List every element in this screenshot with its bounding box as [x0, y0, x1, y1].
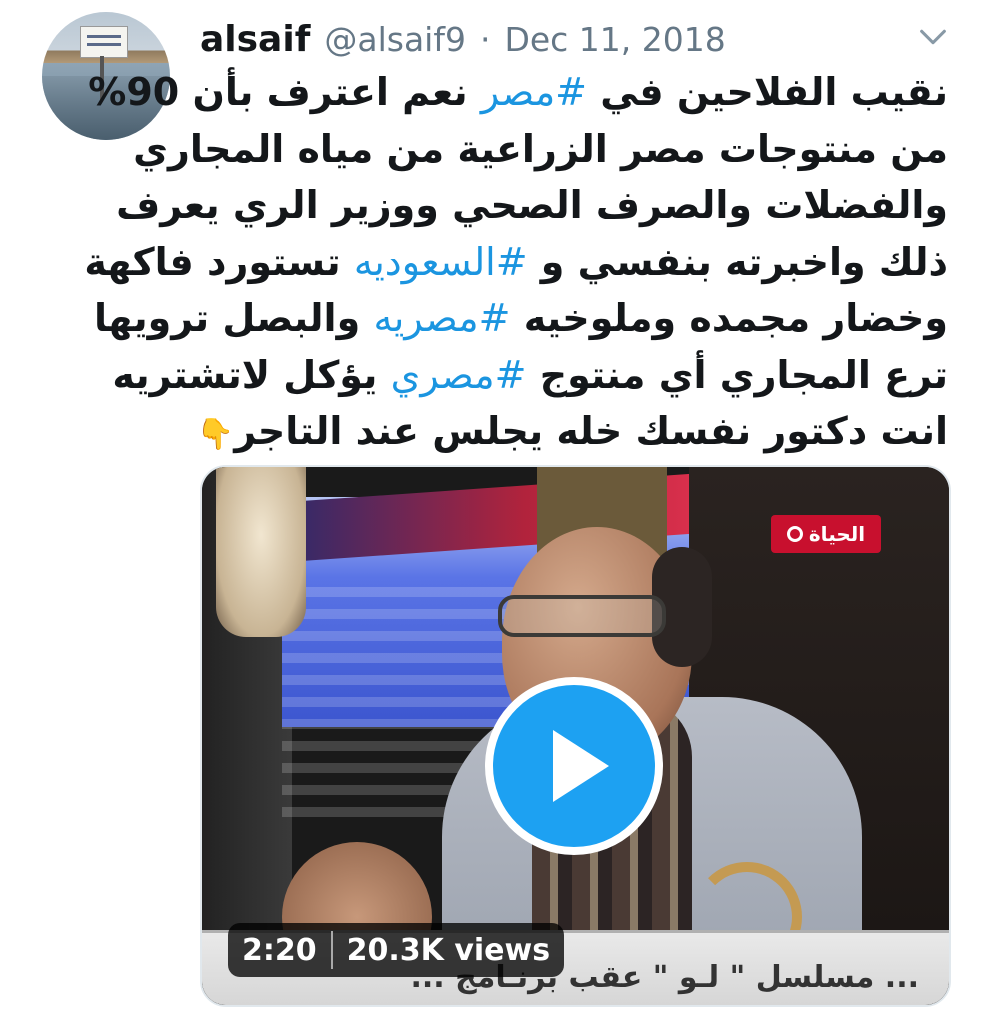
tweet-line: ذلك واخبرته بنفسي و #السعوديه تستورد فاك…	[84, 239, 948, 284]
tweet[interactable]: alsaif @alsaif9 · Dec 11, 2018 نقيب الفل…	[0, 0, 990, 1024]
channel-logo-icon	[786, 526, 803, 542]
avatar-sign	[80, 26, 128, 58]
video-person-glasses	[498, 595, 666, 637]
user-name[interactable]: alsaif	[200, 19, 310, 60]
tweet-line: ترع المجاري أي منتوج #مصري يؤكل لاتشتريه	[112, 352, 948, 397]
tweet-line: من منتوجات مصر الزراعية من مياه المجاري	[133, 126, 948, 171]
video-lamp	[216, 467, 306, 637]
hashtag-link[interactable]: #مصر	[481, 70, 587, 114]
hashtag-link[interactable]: #السعوديه	[354, 240, 528, 284]
user-handle[interactable]: @alsaif9	[324, 20, 466, 59]
video-player[interactable]: الحياة ... مسلسل " لـو " عقب برنـامج ...…	[200, 465, 951, 1007]
tweet-line: انت دكتور نفسك خله يجلس عند التاجر👇	[196, 409, 948, 453]
video-info-badge: 2:20 20.3K views	[228, 923, 565, 977]
hashtag-link[interactable]: #مصريه	[373, 296, 510, 340]
play-button[interactable]	[485, 677, 663, 855]
chevron-down-icon[interactable]	[916, 20, 950, 54]
tweet-line: والفضلات والصرف الصحي ووزير الري يعرف	[116, 183, 948, 227]
play-icon	[553, 730, 609, 802]
tweet-date[interactable]: Dec 11, 2018	[504, 20, 725, 59]
video-views: 20.3K views	[346, 932, 551, 968]
hashtag-link[interactable]: #مصري	[391, 353, 527, 397]
separator-dot: ·	[479, 19, 491, 59]
tweet-text: نقيب الفلاحين في #مصر نعم اعترف بأن 90% …	[84, 64, 948, 464]
tweet-header: alsaif @alsaif9 · Dec 11, 2018	[200, 14, 726, 64]
tweet-line: نقيب الفلاحين في #مصر نعم اعترف بأن 90%	[88, 70, 948, 114]
pointing-down-emoji: 👇	[196, 417, 235, 452]
channel-logo: الحياة	[771, 515, 881, 553]
tweet-line: وخضار مجمده وملوخيه #مصريه والبصل ترويها	[94, 296, 948, 340]
video-duration: 2:20	[242, 932, 317, 968]
